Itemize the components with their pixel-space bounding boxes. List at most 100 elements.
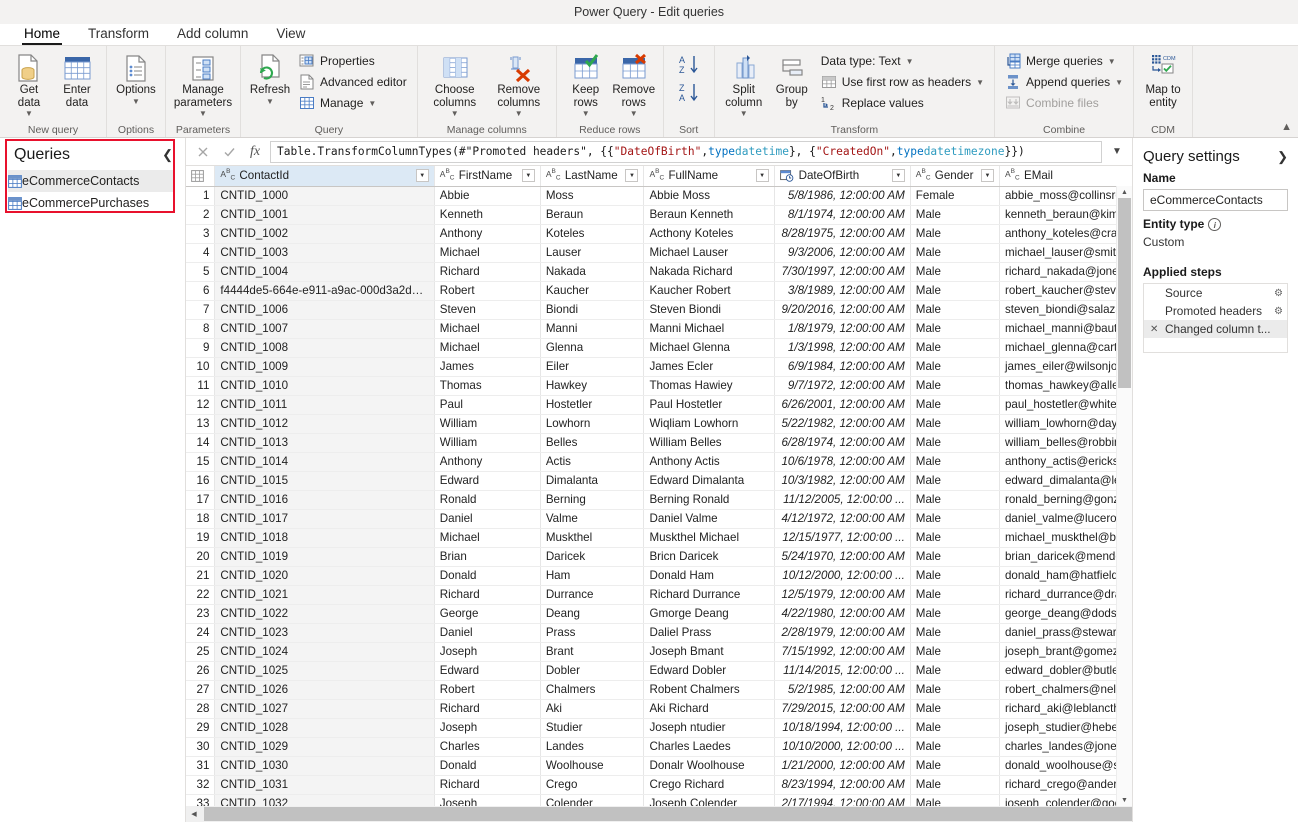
cell-gender[interactable]: Male <box>910 623 1000 643</box>
column-header-fullname[interactable]: ABC FullName ▼ <box>643 166 775 187</box>
cell-lastname[interactable]: Biondi <box>540 300 645 320</box>
cell-contactid[interactable]: CNTID_1008 <box>214 338 435 358</box>
cell-gender[interactable]: Male <box>910 604 1000 624</box>
cell-dateofbirth[interactable]: 8/23/1994, 12:00:00 AM <box>774 775 911 795</box>
cell-firstname[interactable]: Edward <box>434 471 541 491</box>
cell-dateofbirth[interactable]: 4/12/1972, 12:00:00 AM <box>774 509 911 529</box>
cell-gender[interactable]: Male <box>910 775 1000 795</box>
ribbon-button-get-data[interactable]: Get data ▼ <box>6 49 52 118</box>
grid-select-all-corner[interactable] <box>186 166 216 187</box>
cell-lastname[interactable]: Deang <box>540 604 645 624</box>
vertical-scrollbar[interactable]: ▲ ▼ <box>1116 186 1132 806</box>
cell-firstname[interactable]: Brian <box>434 547 541 567</box>
cell-gender[interactable]: Male <box>910 509 1000 529</box>
table-row[interactable]: 32 CNTID_1031 Richard Crego Crego Richard 8/2… <box>186 775 1132 795</box>
cell-contactid[interactable]: CNTID_1029 <box>214 737 435 757</box>
cell-lastname[interactable]: Studier <box>540 718 645 738</box>
chevron-up-icon[interactable]: ▲ <box>1281 121 1292 133</box>
cell-email[interactable]: richard_aki@leblancthomas.com <box>999 699 1132 719</box>
cell-firstname[interactable]: Edward <box>434 661 541 681</box>
cell-gender[interactable]: Male <box>910 262 1000 282</box>
cell-firstname[interactable]: Abbie <box>434 186 541 206</box>
table-row[interactable]: 12 CNTID_1011 Paul Hostetler Paul Hostetler 6… <box>186 395 1132 415</box>
cell-fullname[interactable]: Acthony Koteles <box>643 224 775 244</box>
cell-gender[interactable]: Male <box>910 452 1000 472</box>
cell-fullname[interactable]: Michael Lauser <box>643 243 775 263</box>
cell-gender[interactable]: Male <box>910 205 1000 225</box>
cell-dateofbirth[interactable]: 4/22/1980, 12:00:00 AM <box>774 604 911 624</box>
cell-gender[interactable]: Male <box>910 300 1000 320</box>
cell-fullname[interactable]: Edward Dobler <box>643 661 775 681</box>
cell-contactid[interactable]: CNTID_1021 <box>214 585 435 605</box>
cell-fullname[interactable]: Michael Glenna <box>643 338 775 358</box>
cell-firstname[interactable]: Robert <box>434 680 541 700</box>
cell-gender[interactable]: Male <box>910 243 1000 263</box>
cell-dateofbirth[interactable]: 6/9/1984, 12:00:00 AM <box>774 357 911 377</box>
cell-lastname[interactable]: Moss <box>540 186 645 206</box>
cell-gender[interactable]: Male <box>910 699 1000 719</box>
chevron-down-icon[interactable]: ▼ <box>740 109 748 118</box>
cell-firstname[interactable]: Ronald <box>434 490 541 510</box>
column-filter-button-firstname[interactable]: ▼ <box>521 169 535 183</box>
cell-lastname[interactable]: Eiler <box>540 357 645 377</box>
cell-email[interactable]: michael_muskthel@bennettburnett.com <box>999 528 1132 548</box>
cell-dateofbirth[interactable]: 2/28/1979, 12:00:00 AM <box>774 623 911 643</box>
cell-contactid[interactable]: CNTID_1010 <box>214 376 435 396</box>
cell-dateofbirth[interactable]: 7/15/1992, 12:00:00 AM <box>774 642 911 662</box>
cell-dateofbirth[interactable]: 8/1/1974, 12:00:00 AM <box>774 205 911 225</box>
chevron-down-icon[interactable]: ▼ <box>25 109 33 118</box>
cell-dateofbirth[interactable]: 1/21/2000, 12:00:00 AM <box>774 756 911 776</box>
cell-firstname[interactable]: Kenneth <box>434 205 541 225</box>
cell-gender[interactable]: Male <box>910 661 1000 681</box>
gear-icon[interactable]: ⚙ <box>1274 306 1283 317</box>
cell-fullname[interactable]: Kaucher Robert <box>643 281 775 301</box>
cell-gender[interactable]: Male <box>910 414 1000 434</box>
cell-dateofbirth[interactable]: 11/12/2005, 12:00:00 ... <box>774 490 911 510</box>
ribbon-button-replace-values[interactable]: 1 2 Replace values <box>817 93 988 113</box>
table-row[interactable]: 14 CNTID_1013 William Belles William Belles 6… <box>186 433 1132 453</box>
cell-fullname[interactable]: Edward Dimalanta <box>643 471 775 491</box>
formula-input[interactable]: Table.TransformColumnTypes(#"Promoted he… <box>270 140 1102 163</box>
chevron-down-icon[interactable]: ▼ <box>368 99 376 108</box>
cell-fullname[interactable]: Joseph Bmant <box>643 642 775 662</box>
cell-lastname[interactable]: Belles <box>540 433 645 453</box>
cell-fullname[interactable]: Donalr Woolhouse <box>643 756 775 776</box>
cell-contactid[interactable]: CNTID_1013 <box>214 433 435 453</box>
table-row[interactable]: 21 CNTID_1020 Donald Ham Donald Ham 10/12/200… <box>186 566 1132 586</box>
cell-email[interactable]: edward_dimalanta@leonardmillsandnewman.c… <box>999 471 1132 491</box>
cell-gender[interactable]: Male <box>910 490 1000 510</box>
ribbon-tab-add-column[interactable]: Add column <box>163 25 262 45</box>
cell-fullname[interactable]: Daliel Prass <box>643 623 775 643</box>
table-row[interactable]: 17 CNTID_1016 Ronald Berning Berning Ronald 1… <box>186 490 1132 510</box>
chevron-down-icon[interactable]: ▼ <box>906 57 914 66</box>
cell-dateofbirth[interactable]: 10/10/2000, 12:00:00 ... <box>774 737 911 757</box>
cell-email[interactable]: joseph_studier@hebertgrayandmartinez.com <box>999 718 1132 738</box>
cell-firstname[interactable]: Michael <box>434 338 541 358</box>
ribbon-button-keep-rows[interactable]: Keep rows ▼ <box>563 49 609 118</box>
cell-gender[interactable]: Male <box>910 737 1000 757</box>
table-row[interactable]: 28 CNTID_1027 Richard Aki Aki Richard 7/29/20… <box>186 699 1132 719</box>
table-row[interactable]: 11 CNTID_1010 Thomas Hawkey Thomas Hawiey 9/7… <box>186 376 1132 396</box>
horizontal-scrollbar[interactable]: ◀ ▶ <box>186 806 1132 822</box>
cell-dateofbirth[interactable]: 9/20/2016, 12:00:00 AM <box>774 300 911 320</box>
cell-contactid[interactable]: CNTID_1007 <box>214 319 435 339</box>
table-row[interactable]: 7 CNTID_1006 Steven Biondi Steven Biondi 9/20… <box>186 300 1132 320</box>
cell-dateofbirth[interactable]: 10/3/1982, 12:00:00 AM <box>774 471 911 491</box>
cell-contactid[interactable]: CNTID_1009 <box>214 357 435 377</box>
cell-gender[interactable]: Male <box>910 471 1000 491</box>
cell-lastname[interactable]: Valme <box>540 509 645 529</box>
cell-gender[interactable]: Male <box>910 680 1000 700</box>
column-filter-button-gender[interactable]: ▼ <box>980 169 994 183</box>
cell-gender[interactable]: Male <box>910 585 1000 605</box>
cell-lastname[interactable]: Glenna <box>540 338 645 358</box>
checkmark-icon[interactable] <box>218 141 240 163</box>
cell-contactid[interactable]: CNTID_1028 <box>214 718 435 738</box>
cell-lastname[interactable]: Daricek <box>540 547 645 567</box>
cell-contactid[interactable]: CNTID_1019 <box>214 547 435 567</box>
column-header-firstname[interactable]: ABC FirstName ▼ <box>434 166 541 187</box>
cell-fullname[interactable]: Paul Hostetler <box>643 395 775 415</box>
cell-contactid[interactable]: f4444de5-664e-e911-a9ac-000d3a2d57... <box>214 281 435 301</box>
cell-email[interactable]: brian_daricek@mendezlarsonandmoore.com <box>999 547 1132 567</box>
applied-step-source[interactable]: Source ⚙ <box>1144 284 1287 302</box>
cell-fullname[interactable]: Abbie Moss <box>643 186 775 206</box>
